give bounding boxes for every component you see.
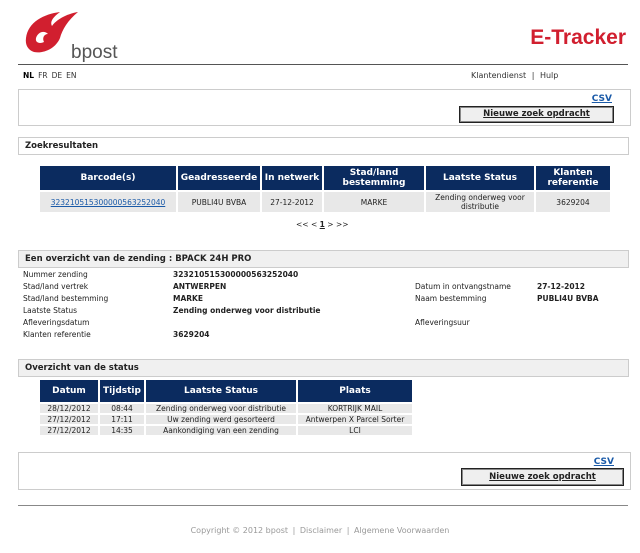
help-link[interactable]: Hulp bbox=[540, 71, 558, 80]
shipment-details: Nummer zending 323210515300000563252040 … bbox=[23, 270, 623, 342]
label-recipient-name: Naam bestemming bbox=[415, 294, 487, 303]
customer-service-link[interactable]: Klantendienst bbox=[471, 71, 526, 80]
lang-nl[interactable]: NL bbox=[23, 71, 34, 80]
table-row: 28/12/2012 08:44 Zending onderweg voor d… bbox=[40, 404, 412, 413]
status-time: 17:11 bbox=[100, 415, 144, 424]
status-date: 28/12/2012 bbox=[40, 404, 98, 413]
new-search-button-top[interactable]: Nieuwe zoek opdracht bbox=[459, 106, 614, 123]
table-row: 27/12/2012 17:11 Uw zending werd gesorte… bbox=[40, 415, 412, 424]
status-place: LCI bbox=[298, 426, 412, 435]
col-addressee: Geadresseerde bbox=[178, 166, 260, 190]
pager-first[interactable]: << bbox=[296, 220, 309, 229]
app-title: E-Tracker bbox=[530, 26, 626, 49]
footer-divider bbox=[18, 505, 628, 506]
pager-last[interactable]: >> bbox=[336, 220, 349, 229]
lang-de[interactable]: DE bbox=[52, 71, 63, 80]
col-customer-ref: Klanten referentie bbox=[536, 166, 610, 190]
csv-export-link-top[interactable]: CSV bbox=[592, 94, 612, 104]
pager-next[interactable]: > bbox=[327, 220, 333, 229]
status-time: 08:44 bbox=[100, 404, 144, 413]
table-row: 27/12/2012 14:35 Aankondiging van een ze… bbox=[40, 426, 412, 435]
bottom-toolbar: CSV Nieuwe zoek opdracht bbox=[18, 452, 631, 490]
top-links: Klantendienst | Hulp bbox=[471, 71, 558, 80]
barcode-link[interactable]: 323210515300000563252040 bbox=[40, 192, 176, 212]
cell-addressee: PUBLI4U BVBA bbox=[178, 192, 260, 212]
value-customer-ref: 3629204 bbox=[173, 330, 210, 339]
status-section-title: Overzicht van de status bbox=[18, 359, 629, 377]
pagination: << < 1 > >> bbox=[296, 220, 349, 229]
value-shipment-number: 323210515300000563252040 bbox=[173, 270, 299, 279]
value-recipient-name: PUBLI4U BVBA bbox=[537, 294, 599, 303]
col-time: Tijdstip bbox=[100, 380, 144, 402]
value-last-status: Zending onderweg voor distributie bbox=[173, 306, 321, 315]
label-shipment-number: Nummer zending bbox=[23, 270, 88, 279]
cell-customer-ref: 3629204 bbox=[536, 192, 610, 212]
footer-separator: | bbox=[292, 526, 296, 535]
status-date: 27/12/2012 bbox=[40, 426, 98, 435]
results-table: Barcode(s) Geadresseerde In netwerk Stad… bbox=[38, 164, 612, 214]
copyright-text: Copyright © 2012 bpost bbox=[190, 526, 289, 535]
value-received-date: 27-12-2012 bbox=[537, 282, 585, 291]
bpost-logo: bpost bbox=[22, 8, 132, 64]
status-table: Datum Tijdstip Laatste Status Plaats 28/… bbox=[38, 378, 414, 437]
top-links-separator: | bbox=[531, 71, 535, 80]
label-delivery-date: Afleveringsdatum bbox=[23, 318, 90, 327]
results-header-row: Barcode(s) Geadresseerde In netwerk Stad… bbox=[40, 166, 610, 190]
csv-export-link-bottom[interactable]: CSV bbox=[594, 457, 614, 467]
label-last-status: Laatste Status bbox=[23, 306, 78, 315]
col-last-status: Laatste Status bbox=[426, 166, 534, 190]
footer-separator: | bbox=[346, 526, 350, 535]
status-header-row: Datum Tijdstip Laatste Status Plaats bbox=[40, 380, 412, 402]
cell-in-network: 27-12-2012 bbox=[262, 192, 322, 212]
label-received-date: Datum in ontvangstname bbox=[415, 282, 511, 291]
label-delivery-time: Afleveringsuur bbox=[415, 318, 470, 327]
cell-last-status: Zending onderweg voor distributie bbox=[426, 192, 534, 212]
status-date: 27/12/2012 bbox=[40, 415, 98, 424]
footer: Copyright © 2012 bpost | Disclaimer | Al… bbox=[0, 526, 640, 535]
table-row[interactable]: 323210515300000563252040 PUBLI4U BVBA 27… bbox=[40, 192, 610, 212]
results-section-title: Zoekresultaten bbox=[18, 137, 629, 155]
terms-link[interactable]: Algemene Voorwaarden bbox=[354, 526, 449, 535]
label-customer-ref: Klanten referentie bbox=[23, 330, 91, 339]
disclaimer-link[interactable]: Disclaimer bbox=[300, 526, 342, 535]
col-destination: Stad/land bestemming bbox=[324, 166, 424, 190]
value-destination: MARKE bbox=[173, 294, 203, 303]
cell-destination: MARKE bbox=[324, 192, 424, 212]
status-time: 14:35 bbox=[100, 426, 144, 435]
col-barcode: Barcode(s) bbox=[40, 166, 176, 190]
label-departure: Stad/land vertrek bbox=[23, 282, 89, 291]
status-text: Aankondiging van een zending bbox=[146, 426, 296, 435]
status-text: Zending onderweg voor distributie bbox=[146, 404, 296, 413]
pager-prev[interactable]: < bbox=[311, 220, 317, 229]
status-place: Antwerpen X Parcel Sorter bbox=[298, 415, 412, 424]
top-toolbar: CSV Nieuwe zoek opdracht bbox=[18, 89, 631, 126]
language-switcher: NL FR DE EN bbox=[23, 71, 80, 80]
label-destination: Stad/land bestemming bbox=[23, 294, 109, 303]
status-text: Uw zending werd gesorteerd bbox=[146, 415, 296, 424]
col-place: Plaats bbox=[298, 380, 412, 402]
overview-section-title: Een overzicht van de zending : BPACK 24H… bbox=[18, 250, 629, 268]
pager-current[interactable]: 1 bbox=[320, 220, 325, 229]
new-search-button-bottom[interactable]: Nieuwe zoek opdracht bbox=[461, 468, 624, 486]
lang-fr[interactable]: FR bbox=[38, 71, 48, 80]
status-place: KORTRIJK MAIL bbox=[298, 404, 412, 413]
col-in-network: In netwerk bbox=[262, 166, 322, 190]
header-divider bbox=[18, 64, 628, 65]
value-departure: ANTWERPEN bbox=[173, 282, 227, 291]
col-status: Laatste Status bbox=[146, 380, 296, 402]
lang-en[interactable]: EN bbox=[66, 71, 76, 80]
col-date: Datum bbox=[40, 380, 98, 402]
bpost-logo-text: bpost bbox=[71, 42, 118, 63]
